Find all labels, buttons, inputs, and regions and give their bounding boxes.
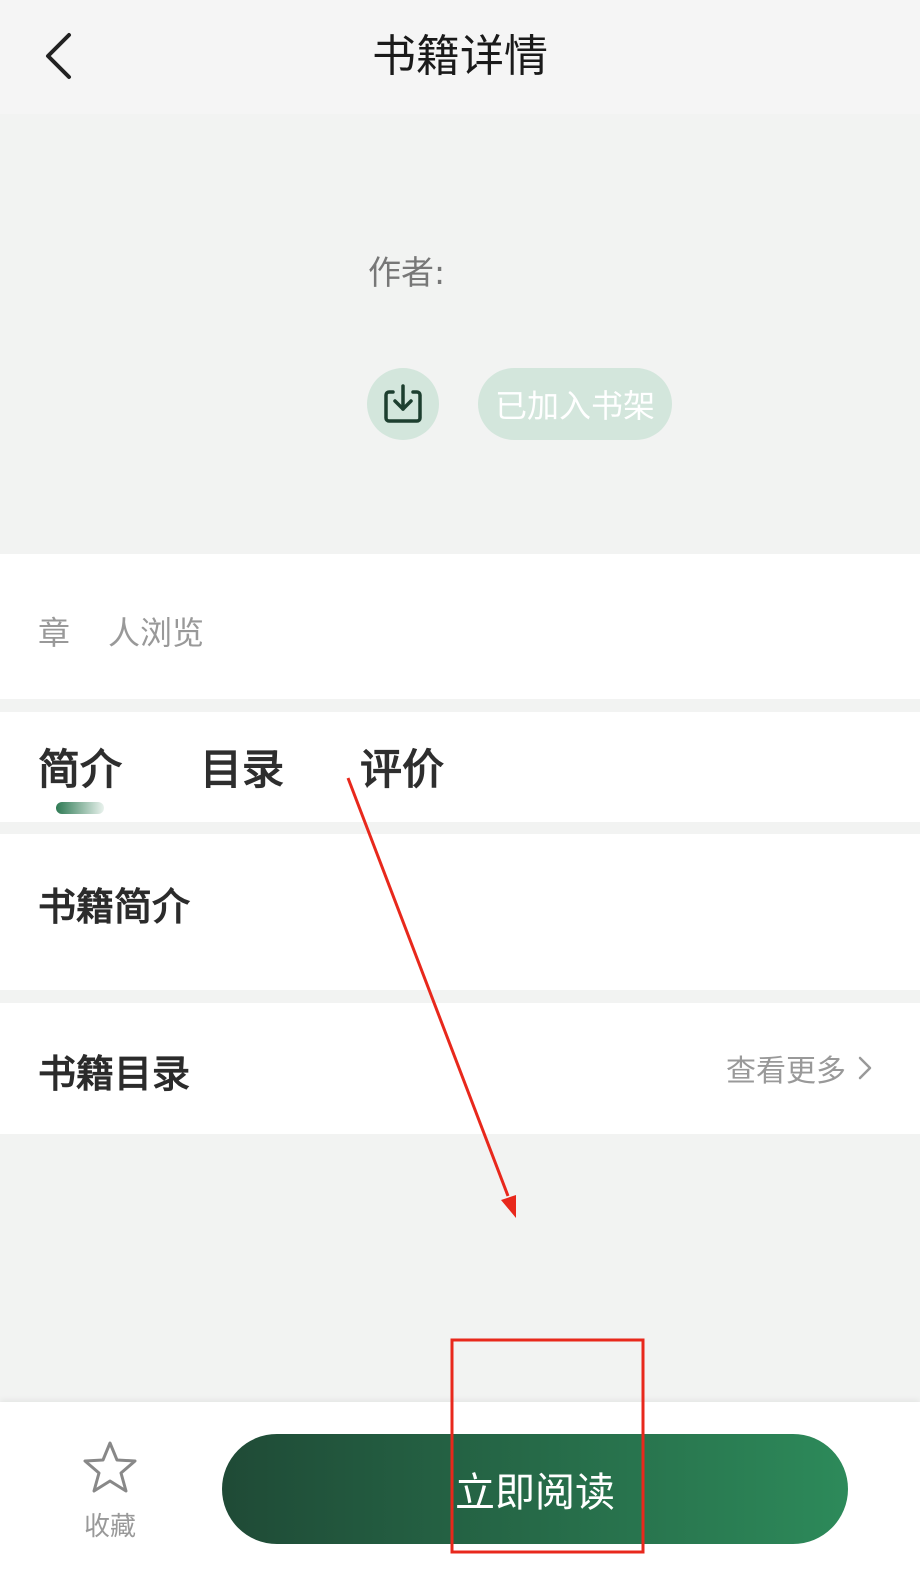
active-tab-indicator [56,802,104,814]
chapter-count: 章 [38,614,71,652]
page-title: 书籍详情 [372,31,548,82]
tab-catalog[interactable]: 目录 [200,736,284,797]
download-icon [384,384,422,423]
chevron-left-icon [46,33,71,79]
download-button[interactable] [367,368,439,440]
view-more-label: 查看更多 [726,1054,846,1089]
tab-intro[interactable]: 简介 [38,736,122,797]
back-button[interactable] [30,28,86,84]
view-count: 人浏览 [108,614,205,652]
favorite-label: 收藏 [83,1512,136,1542]
view-more-link[interactable]: 查看更多 [726,1044,872,1092]
author-label: 作者: [368,253,446,292]
tab-review[interactable]: 评价 [360,736,444,797]
intro-title: 书籍简介 [38,885,191,929]
read-now-button[interactable]: 立即阅读 [222,1434,848,1544]
star-icon [83,1441,137,1493]
book-info-panel [0,114,920,554]
chevron-right-icon [858,1056,872,1080]
annotation-arrowhead [501,1195,516,1218]
catalog-title: 书籍目录 [38,1052,191,1096]
added-to-shelf-button[interactable]: 已加入书架 [478,368,672,440]
favorite-button[interactable]: 收藏 [70,1440,150,1550]
tab-bar [0,712,920,822]
